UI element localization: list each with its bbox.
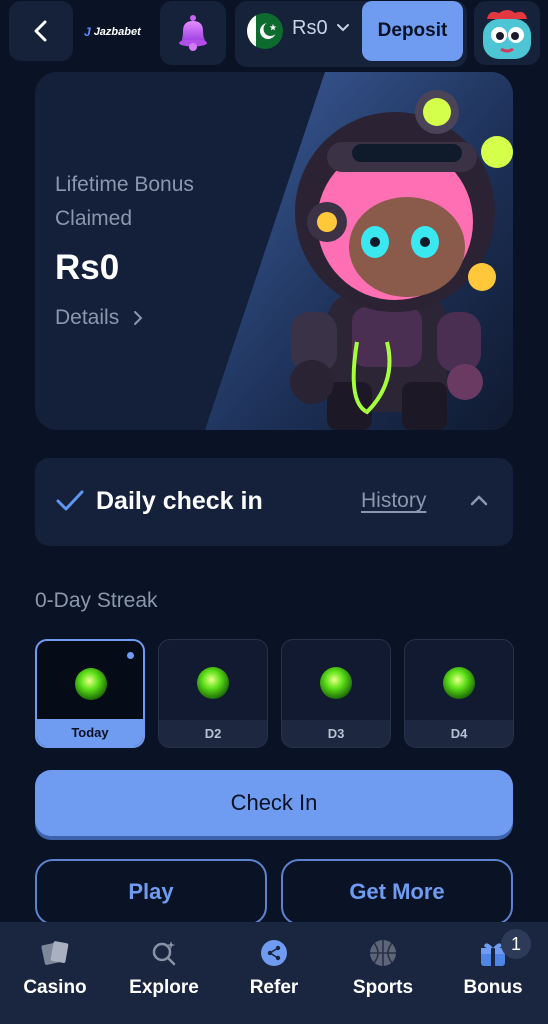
day-card-today[interactable]: Today <box>35 639 145 748</box>
green-orb-icon <box>75 668 107 700</box>
details-label: Details <box>55 306 120 329</box>
lifetime-bonus-card: Lifetime Bonus Claimed Rs0 Details <box>35 72 513 430</box>
chevron-right-icon <box>134 311 143 325</box>
streak-label: 0-Day Streak <box>35 589 158 612</box>
basketball-icon <box>370 940 396 966</box>
top-bar: J Jazbabet Rs0 Deposit <box>0 0 548 67</box>
green-orb-icon <box>320 667 352 699</box>
nav-label: Refer <box>249 977 299 998</box>
nav-label: Bonus <box>463 977 523 998</box>
active-dot <box>127 652 134 659</box>
nav-label: Casino <box>23 977 87 998</box>
daily-checkin-panel[interactable]: Daily check in History <box>35 458 513 546</box>
brand-name: Jazbabet <box>93 26 141 38</box>
check-in-button[interactable]: Check In <box>35 770 513 836</box>
bonus-title: Lifetime Bonus Claimed <box>55 173 194 230</box>
day-card-d2[interactable]: D2 <box>158 639 268 748</box>
wallet-selector[interactable]: Rs0 Deposit <box>235 1 467 67</box>
day-card-d3[interactable]: D3 <box>281 639 391 748</box>
nav-label: Sports <box>352 977 414 998</box>
day-label: Today <box>37 719 143 746</box>
deposit-button[interactable]: Deposit <box>362 1 463 61</box>
pakistan-flag-icon <box>247 13 283 49</box>
nav-refer[interactable]: Refer <box>224 922 324 1024</box>
cards-icon <box>41 941 69 965</box>
day-label: D2 <box>159 720 267 747</box>
nav-sports[interactable]: Sports <box>333 922 433 1024</box>
robot-mascot-image <box>290 90 513 430</box>
history-link[interactable]: History <box>361 489 426 513</box>
chevron-up-icon[interactable] <box>470 494 488 506</box>
green-orb-icon <box>197 667 229 699</box>
chevron-down-icon[interactable] <box>336 23 350 33</box>
back-button[interactable] <box>9 1 73 61</box>
bell-icon <box>179 15 207 51</box>
explore-icon <box>152 941 176 966</box>
brand-mark-icon: J <box>84 25 91 39</box>
day-card-d4[interactable]: D4 <box>404 639 514 748</box>
details-link[interactable]: Details <box>55 306 143 330</box>
back-arrow-icon <box>34 20 47 42</box>
brand-logo[interactable]: J Jazbabet <box>84 23 141 41</box>
nav-casino[interactable]: Casino <box>5 922 105 1024</box>
checkin-title: Daily check in <box>96 487 263 515</box>
avatar[interactable] <box>474 1 540 65</box>
balance-amount: Rs0 <box>292 17 328 39</box>
day-label: D4 <box>405 720 513 747</box>
checkmark-icon <box>56 490 84 511</box>
nav-explore[interactable]: Explore <box>114 922 214 1024</box>
nav-label: Explore <box>129 977 199 998</box>
bonus-count-badge: 1 <box>501 929 531 959</box>
avatar-icon <box>483 10 531 59</box>
green-orb-icon <box>443 667 475 699</box>
play-button[interactable]: Play <box>35 859 267 925</box>
share-icon <box>261 940 287 966</box>
bonus-amount: Rs0 <box>55 248 120 287</box>
bottom-nav: Casino Explore Refer Sports Bonus <box>0 922 548 1024</box>
get-more-button[interactable]: Get More <box>281 859 513 925</box>
notifications-button[interactable] <box>160 1 226 65</box>
day-label: D3 <box>282 720 390 747</box>
